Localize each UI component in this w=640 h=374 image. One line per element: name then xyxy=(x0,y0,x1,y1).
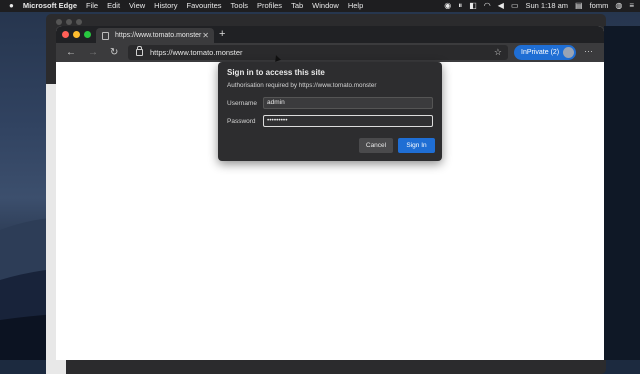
more-menu-icon[interactable]: ··· xyxy=(584,43,593,62)
refresh-button[interactable]: ↻ xyxy=(110,43,118,62)
wifi-icon[interactable]: ◠ xyxy=(484,0,491,12)
menu-window[interactable]: Window xyxy=(312,0,339,12)
close-window-button[interactable] xyxy=(62,31,69,38)
username-label: Username xyxy=(227,100,257,107)
siri-icon[interactable]: ◍ xyxy=(615,0,622,12)
browser-titlebar: https://www.tomato.monster ✕ + xyxy=(56,26,604,43)
menu-tools[interactable]: Tools xyxy=(231,0,249,12)
inprivate-label: InPrivate (2) xyxy=(521,49,560,56)
password-field[interactable]: ••••••••• xyxy=(263,115,433,127)
control-center-icon[interactable]: ≡ xyxy=(629,0,634,12)
profile-avatar-icon xyxy=(563,47,574,58)
flag-icon[interactable]: ▤ xyxy=(575,0,583,12)
apple-icon[interactable]: ● xyxy=(9,0,14,12)
macos-menubar: ● Microsoft Edge File Edit View History … xyxy=(0,0,640,12)
dialog-subtitle: Authorisation required by https://www.to… xyxy=(227,82,377,89)
menu-tab[interactable]: Tab xyxy=(291,0,303,12)
background-window-controls xyxy=(56,19,86,25)
menu-file[interactable]: File xyxy=(86,0,98,12)
menu-history[interactable]: History xyxy=(154,0,177,12)
forward-button[interactable]: → xyxy=(88,43,98,62)
password-label: Password xyxy=(227,118,256,125)
pause-icon[interactable]: ⏸ xyxy=(458,0,462,12)
tab-title: https://www.tomato.monster xyxy=(115,32,202,39)
dialog-title: Sign in to access this site xyxy=(227,68,325,77)
battery-icon[interactable]: ▭ xyxy=(511,0,519,12)
username-field[interactable]: admin xyxy=(263,97,433,109)
auth-dialog: Sign in to access this site Authorisatio… xyxy=(218,62,442,161)
zoom-window-button[interactable] xyxy=(84,31,91,38)
menubar-app-name[interactable]: Microsoft Edge xyxy=(23,0,77,12)
lock-icon[interactable] xyxy=(136,46,143,56)
browser-toolbar: ← → ↻ https://www.tomato.monster ☆ InPri… xyxy=(56,43,604,62)
menu-favourites[interactable]: Favourites xyxy=(187,0,222,12)
menu-profiles[interactable]: Profiles xyxy=(257,0,282,12)
menubar-user[interactable]: fomm xyxy=(590,0,609,12)
record-icon[interactable]: ◉ xyxy=(444,0,451,12)
menu-edit[interactable]: Edit xyxy=(107,0,120,12)
address-url[interactable]: https://www.tomato.monster xyxy=(150,45,243,60)
minimize-window-button[interactable] xyxy=(73,31,80,38)
favorite-star-icon[interactable]: ☆ xyxy=(494,45,502,60)
volume-icon[interactable]: ◀ xyxy=(498,0,504,12)
inprivate-button[interactable]: InPrivate (2) xyxy=(514,45,576,60)
desktop-right-edge xyxy=(604,26,640,360)
audio-icon[interactable]: ◧ xyxy=(469,0,477,12)
new-tab-button[interactable]: + xyxy=(219,27,225,42)
window-controls xyxy=(62,31,95,38)
menu-view[interactable]: View xyxy=(129,0,145,12)
close-icon[interactable]: ✕ xyxy=(202,28,209,43)
address-bar[interactable]: https://www.tomato.monster ☆ xyxy=(128,45,508,60)
back-button[interactable]: ← xyxy=(66,43,76,62)
page-icon xyxy=(102,31,109,40)
menubar-clock[interactable]: Sun 1:18 am xyxy=(526,0,569,12)
menu-help[interactable]: Help xyxy=(348,0,363,12)
menubar-status-area: ◉ ⏸ ◧ ◠ ◀ ▭ Sun 1:18 am ▤ fomm ◍ ≡ xyxy=(437,0,634,12)
cancel-button[interactable]: Cancel xyxy=(359,138,393,153)
sign-in-button[interactable]: Sign In xyxy=(398,138,435,153)
browser-tab[interactable]: https://www.tomato.monster ✕ xyxy=(96,28,214,43)
